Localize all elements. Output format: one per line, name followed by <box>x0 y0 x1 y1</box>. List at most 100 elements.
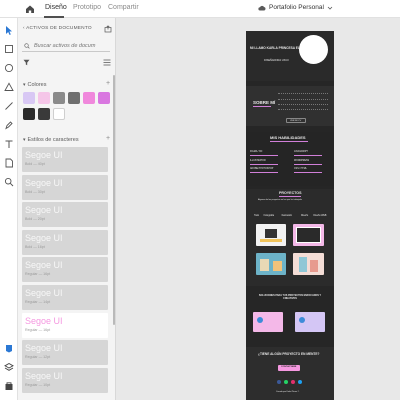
char-style-item[interactable]: Segoe UI Bold — 20pt <box>22 202 108 228</box>
color-swatch[interactable] <box>53 108 65 120</box>
char-style-item[interactable]: Segoe UI Regular — 16pt <box>22 257 108 283</box>
list-view-icon[interactable] <box>103 59 111 66</box>
color-swatch[interactable] <box>98 92 110 104</box>
artboard-icon[interactable] <box>3 157 15 169</box>
skill-bar <box>294 163 322 165</box>
project-filter[interactable]: Diseño WEB <box>313 215 326 219</box>
tab-prototype[interactable]: Prototipo <box>73 4 101 11</box>
chevron-down-icon: ▾ <box>23 137 26 143</box>
zoom-icon[interactable] <box>3 176 15 188</box>
pen-icon[interactable] <box>3 119 15 131</box>
service-card-2-icon <box>299 317 305 323</box>
service-card-2[interactable] <box>295 312 325 332</box>
about-paragraph-2 <box>278 104 328 110</box>
text-icon[interactable] <box>3 138 15 150</box>
char-style-item[interactable]: Segoe UI Regular — 12pt <box>22 340 108 366</box>
project-filter[interactable]: Diseño <box>301 215 308 219</box>
colors-section-heading[interactable]: ▾ Colores <box>23 82 46 88</box>
footer-text: Creado por Karla Pérez © <box>276 391 300 393</box>
color-swatch[interactable] <box>38 108 50 120</box>
char-style-name: Segoe UI <box>25 288 63 298</box>
cv-button[interactable]: VER MI CV <box>286 118 306 123</box>
ellipse-icon[interactable] <box>3 62 15 74</box>
skill-bar <box>294 172 322 173</box>
filter-row <box>23 58 111 68</box>
plugins-icon[interactable] <box>3 342 15 354</box>
rectangle-icon[interactable] <box>3 43 15 55</box>
char-style-meta: Regular — 12pt <box>25 355 51 360</box>
skill-bar <box>250 163 278 165</box>
about-paragraph-1 <box>278 93 328 100</box>
hero-subtitle: DISEÑADORA UX/UI <box>264 59 289 62</box>
triangle-icon[interactable] <box>3 81 15 93</box>
contact-button[interactable]: CONTÁCTAME <box>278 365 300 371</box>
project-thumb-1[interactable] <box>256 224 286 246</box>
char-styles-section-heading[interactable]: ▾ Estilos de caracteres <box>23 137 79 143</box>
about-underline <box>253 106 271 107</box>
about-heading: SOBRE MÍ <box>253 100 276 105</box>
project-filter[interactable]: Todo <box>254 215 259 219</box>
char-style-name: Segoe UI <box>25 260 63 271</box>
tab-design[interactable]: Diseño <box>45 4 67 11</box>
service-card-1-icon <box>257 317 263 323</box>
color-swatch[interactable] <box>23 92 35 104</box>
social-icon[interactable] <box>284 380 288 384</box>
char-style-meta: Regular — 16pt <box>25 272 51 277</box>
cta-heading: ¿TIENE ALGÚN PROYECTO EN MENTE? <box>258 352 320 356</box>
color-swatch[interactable] <box>68 92 80 104</box>
layers-icon[interactable] <box>3 361 15 373</box>
tab-share[interactable]: Compartir <box>108 4 139 11</box>
home-icon[interactable] <box>24 3 36 15</box>
search-bar[interactable] <box>22 40 110 52</box>
project-thumb-3[interactable] <box>256 253 286 275</box>
projects-intro: Algunos de los proyectos en los que he t… <box>258 199 302 201</box>
char-style-item[interactable]: Segoe UI Bold — 16pt <box>22 229 108 255</box>
filter-icon[interactable] <box>23 59 30 66</box>
line-icon[interactable] <box>3 100 15 112</box>
char-style-name: Segoe UI <box>25 343 63 354</box>
char-style-name: Segoe UI <box>25 315 63 326</box>
project-filter[interactable]: Fotografía <box>264 215 274 219</box>
search-input[interactable] <box>34 42 104 49</box>
add-char-style-button[interactable]: + <box>106 135 110 142</box>
char-style-meta: Regular — 16pt <box>25 327 51 332</box>
service-card-1[interactable] <box>253 312 283 332</box>
color-swatch[interactable] <box>83 92 95 104</box>
chevron-down-icon <box>327 6 333 10</box>
artboard-portfolio[interactable]: MI LLAMO KARLA PRINCESA ELVIRA PÉREZ DIS… <box>246 31 334 400</box>
social-icon[interactable] <box>291 380 295 384</box>
char-style-item[interactable]: Segoe UI Regular — 16pt <box>22 312 108 338</box>
toolbar <box>0 18 18 400</box>
document-title[interactable]: Portafolio Personal <box>258 4 333 11</box>
add-color-button[interactable]: + <box>106 80 110 87</box>
social-icon[interactable] <box>298 380 302 384</box>
char-style-meta: Bold — 30pt <box>25 189 45 194</box>
skills-underline <box>270 141 308 142</box>
document-title-label: Portafolio Personal <box>269 4 324 11</box>
char-style-item[interactable]: Segoe UI Bold — 30pt <box>22 174 108 200</box>
profile-photo <box>299 35 328 64</box>
project-thumb-2[interactable] <box>293 224 324 246</box>
char-style-item[interactable]: Segoe UI Regular — 14pt <box>22 285 108 310</box>
export-assets-icon[interactable] <box>104 25 112 33</box>
project-thumb-4[interactable] <box>293 253 324 275</box>
chevron-down-icon: ▾ <box>23 82 26 88</box>
solutions-heading: SOLUCIONES PARA TUS PROYECTOS ENFOCADOS … <box>258 294 322 300</box>
social-icon[interactable] <box>277 380 281 384</box>
color-swatch[interactable] <box>53 92 65 104</box>
assets-icon[interactable] <box>3 380 15 392</box>
assets-panel: ‹ ACTIVOS DE DOCUMENTO ▾ Colores + ▾ Est… <box>18 18 116 400</box>
color-swatch[interactable] <box>23 108 35 120</box>
char-style-name: Segoe UI <box>25 370 63 381</box>
color-swatch[interactable] <box>38 92 50 104</box>
projects-heading: PROYECTOS <box>279 191 302 195</box>
char-style-item[interactable]: Segoe UI Bold — 40pt <box>22 147 108 172</box>
select-arrow-icon[interactable] <box>3 24 15 36</box>
char-style-name: Segoe UI <box>25 205 63 216</box>
skill-bar <box>250 155 278 156</box>
assets-panel-scrollbar[interactable] <box>113 75 115 325</box>
skills-heading: MIS HABILIDADES <box>270 135 306 140</box>
char-style-item[interactable]: Segoe UI Regular — 10pt <box>22 367 108 393</box>
project-filter[interactable]: Ilustración <box>282 215 292 219</box>
char-style-meta: Bold — 40pt <box>25 162 45 166</box>
